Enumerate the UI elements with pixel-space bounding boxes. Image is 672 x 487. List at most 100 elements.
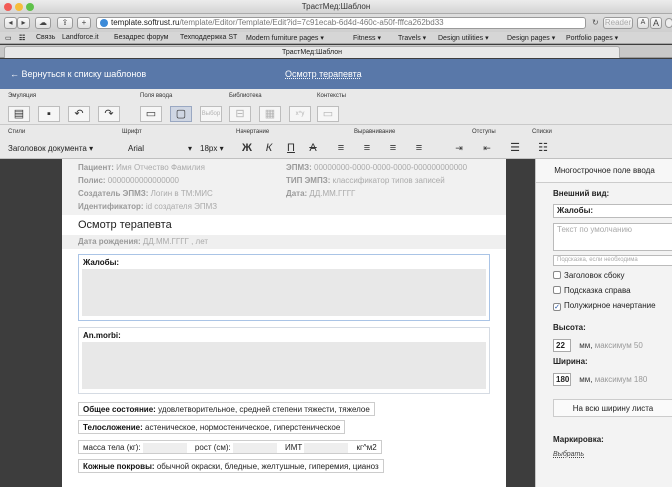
emulate-print-icon[interactable]: ▤ — [8, 106, 30, 122]
bmi-input[interactable] — [304, 442, 349, 453]
tab-strip: ТрастМед:Шаблон — [0, 45, 672, 58]
editor-toolbar-top: Эмуляция Поля ввода Библиотека Контексты… — [0, 89, 672, 125]
document-heading[interactable]: Осмотр терапевта — [78, 219, 172, 231]
style-select[interactable]: Заголовок документа ▾ — [8, 141, 93, 157]
align-right-icon[interactable]: ≡ — [382, 140, 404, 157]
general-state-row[interactable]: Общее состояние: удовлетворительное, сре… — [78, 402, 375, 416]
browser-window: ТрастМед:Шаблон ◂ ▸ ☁ ⇪ + template.softr… — [0, 0, 672, 487]
font-smaller-button[interactable]: A — [637, 17, 649, 29]
single-line-field-icon[interactable]: ▭ — [140, 106, 162, 122]
size-select[interactable]: 18px ▾ — [200, 141, 224, 157]
save-icon[interactable]: ▪ — [38, 106, 60, 122]
library-calendar-icon[interactable]: ▦ — [259, 106, 281, 122]
bullet-list-icon[interactable]: ☰ — [504, 140, 526, 157]
group-label-typeface: Начертание — [236, 129, 270, 135]
bookmark-item[interactable]: Modern furniture pages ▾ — [246, 34, 324, 42]
group-label-font: Шрифт — [122, 129, 142, 135]
align-center-icon[interactable]: ≡ — [356, 140, 378, 157]
anmorbi-input[interactable] — [82, 342, 486, 389]
height-row: 22 мм, максимум 50 — [553, 339, 643, 352]
mass-input[interactable] — [142, 442, 187, 453]
group-label-contexts: Контексты — [317, 93, 346, 99]
reload-icon[interactable]: ↻ — [592, 18, 599, 27]
build-row[interactable]: Телосложение: астеническое, нормостениче… — [78, 420, 346, 434]
back-to-templates-link[interactable]: ← Вернуться к списку шаблонов — [10, 69, 146, 79]
align-left-icon[interactable]: ≡ — [330, 140, 352, 157]
skin-row[interactable]: Кожные покровы: обычной окраски, бледные… — [78, 459, 384, 473]
bold-button[interactable]: Ж — [236, 140, 258, 157]
field-name-input[interactable]: Жалобы: — [553, 204, 672, 218]
multiline-field-icon[interactable]: ▢ — [170, 106, 192, 122]
select-field-button[interactable]: Выбор — [200, 106, 222, 122]
font-larger-button[interactable]: A — [650, 17, 662, 29]
bookmark-item[interactable]: Design utilities ▾ — [438, 34, 489, 42]
properties-panel: Многострочное поле ввода Внешний вид: Жа… — [535, 159, 672, 487]
indent-decrease-icon[interactable]: ⇤ — [476, 140, 498, 157]
font-select[interactable]: Arial ▾ — [128, 141, 192, 157]
marking-select-link[interactable]: Выбрать — [553, 451, 584, 458]
group-label-emulation: Эмуляция — [8, 93, 37, 99]
checkbox-box — [553, 271, 561, 279]
hint-right-checkbox[interactable]: Подсказка справа — [553, 286, 631, 295]
align-justify-icon[interactable]: ≡ — [408, 140, 430, 157]
active-tab[interactable]: ТрастМед:Шаблон — [4, 46, 620, 58]
bookmark-item[interactable]: Техподдержка ST — [180, 34, 237, 41]
template-name[interactable]: Осмотр терапевта — [285, 69, 362, 79]
downloads-icon[interactable] — [665, 18, 672, 28]
width-stepper[interactable]: 180 — [553, 373, 571, 386]
complaints-input[interactable] — [82, 269, 486, 316]
new-tab-plus-icon[interactable]: + — [77, 17, 91, 29]
anmorbi-label: An.morbi: — [83, 331, 121, 340]
full-width-button[interactable]: На всю ширину листа — [553, 399, 672, 417]
checkbox-box — [553, 286, 561, 294]
chevron-down-icon: ▾ — [187, 144, 192, 153]
bold-checkbox[interactable]: ✓ Полужирное начертание — [553, 301, 656, 311]
back-arrow-icon[interactable]: ◂ — [4, 17, 17, 29]
bookmark-item[interactable]: Portfolio pages ▾ — [566, 34, 618, 42]
forward-arrow-icon[interactable]: ▸ — [17, 17, 30, 29]
measurements-row[interactable]: масса тела (кг): рост (см): ИМТ кг^м2 — [78, 440, 382, 454]
redo-icon[interactable]: ↷ — [98, 106, 120, 122]
bookmarks-bar: ▭ ☷ Связь Landforce.it Безадрес форум Те… — [0, 32, 672, 44]
strikethrough-button[interactable]: А — [302, 140, 324, 157]
group-label-library: Библиотека — [229, 93, 262, 99]
url-host: template.softrust.ru — [111, 18, 180, 27]
complaints-field[interactable]: Жалобы: — [78, 254, 490, 321]
group-label-lists: Списки — [532, 129, 552, 135]
bookmark-item[interactable]: Fitness ▾ — [353, 34, 381, 42]
title-bar: ТрастМед:Шаблон — [0, 0, 672, 14]
bookmark-item[interactable]: Landforce.it — [62, 34, 99, 41]
meta-date: Дата: ДД.ММ.ГГГГ — [286, 189, 356, 198]
default-text-textarea[interactable]: Текст по умолчанию — [553, 223, 672, 251]
numbered-list-icon[interactable]: ☷ — [532, 140, 554, 157]
width-heading: Ширина: — [553, 357, 588, 366]
context-insert-icon[interactable]: ▭ — [317, 106, 339, 122]
undo-icon[interactable]: ↶ — [68, 106, 90, 122]
side-title-checkbox[interactable]: Заголовок сбоку — [553, 271, 624, 280]
address-bar[interactable]: template.softrust.ru/template/Editor/Tem… — [96, 17, 586, 29]
hint-input[interactable]: Подсказка, если необходима — [553, 255, 672, 266]
top-sites-icon[interactable]: ☷ — [19, 34, 25, 42]
italic-button[interactable]: К — [258, 140, 280, 157]
underline-button[interactable]: П — [280, 140, 302, 157]
library-formula-icon[interactable]: x^y — [289, 106, 311, 122]
reading-list-icon[interactable]: ▭ — [5, 34, 12, 42]
meta-patient: Пациент: Имя Отчество Фамилия — [78, 163, 205, 172]
bookmark-item[interactable]: Связь — [36, 34, 55, 41]
bookmark-item[interactable]: Безадрес форум — [114, 34, 168, 41]
bookmark-item[interactable]: Travels ▾ — [398, 34, 426, 42]
anmorbi-field[interactable]: An.morbi: — [78, 327, 490, 394]
indent-increase-icon[interactable]: ⇥ — [448, 140, 470, 157]
share-icon[interactable]: ⇪ — [57, 17, 73, 29]
height-stepper[interactable]: 22 — [553, 339, 571, 352]
meta-policy: Полис: 0000000000000000 — [78, 176, 179, 185]
icloud-tabs-icon[interactable]: ☁ — [35, 17, 51, 29]
size-select-value: 18px — [200, 144, 218, 153]
reader-button[interactable]: Reader — [603, 17, 633, 29]
bookmark-item[interactable]: Design pages ▾ — [507, 34, 555, 42]
group-label-alignment: Выравнивание — [354, 129, 396, 135]
height-input[interactable] — [232, 442, 277, 453]
meta-epmz-type: ТИП ЭМПЗ: классификатор типов записей — [286, 176, 445, 185]
marking-heading: Маркировка: — [553, 435, 604, 444]
library-block-icon[interactable]: ⊟ — [229, 106, 251, 122]
